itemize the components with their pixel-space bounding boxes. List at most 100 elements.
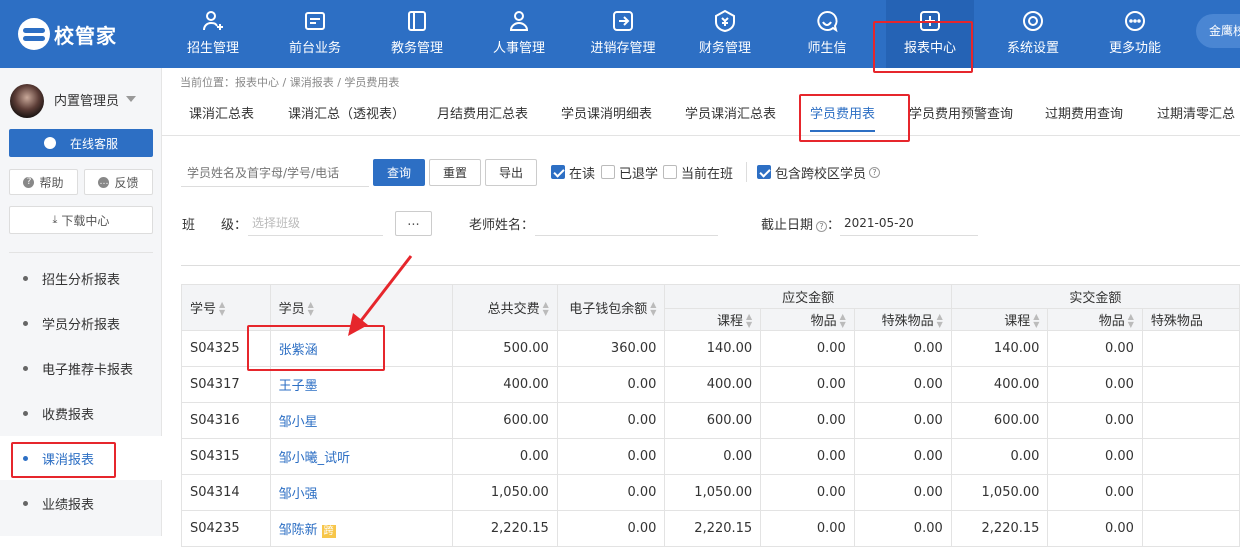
class-picker-button[interactable]: ...: [395, 211, 432, 236]
student-link[interactable]: 邹小曦_试听: [269, 438, 453, 475]
chevron-down-icon[interactable]: [126, 96, 136, 102]
nav-finance[interactable]: 财务管理: [682, 0, 768, 68]
chat-icon: [43, 137, 56, 149]
nav-front-desk[interactable]: 前台业务: [272, 0, 358, 68]
feedback-button[interactable]: … 反馈: [84, 169, 153, 195]
admin-name[interactable]: 内置管理员: [54, 90, 119, 109]
sidebar-item-referral-report[interactable]: 电子推荐卡报表: [0, 346, 162, 390]
cell-paid-goods: 0.00: [1047, 510, 1143, 547]
export-button[interactable]: 导出: [485, 159, 537, 186]
cell-due-goods: 0.00: [760, 510, 855, 547]
nav-academic[interactable]: 教务管理: [374, 0, 460, 68]
col-header-paid-special[interactable]: 特殊物品: [1141, 308, 1240, 331]
checkbox-active[interactable]: 在读: [551, 163, 595, 182]
nav-recruitment[interactable]: 招生管理: [170, 0, 256, 68]
tab-student-consumption-detail[interactable]: 学员课消明细表: [561, 94, 652, 136]
tab-monthly-fee-summary[interactable]: 月结费用汇总表: [437, 94, 528, 136]
cell-paid-goods: 0.00: [1047, 402, 1143, 439]
cell-id: S04314: [181, 474, 271, 511]
cell-paid-special: [1141, 366, 1240, 403]
col-header-due-course[interactable]: 课程 ▲ ▼: [664, 308, 762, 331]
student-link[interactable]: 邹小强: [269, 474, 453, 511]
nav-inventory[interactable]: 进销存管理: [578, 0, 668, 68]
class-select[interactable]: 选择班级: [248, 210, 383, 236]
col-header-due-goods[interactable]: 物品 ▲ ▼: [760, 308, 855, 331]
cell-due-goods: 0.00: [760, 330, 855, 367]
search-input[interactable]: [181, 159, 369, 187]
logo-mark-icon: [18, 18, 50, 50]
cell-due-course: 140.00: [664, 330, 762, 367]
tab-consumption-pivot[interactable]: 课消汇总（透视表）: [288, 94, 405, 136]
sort-icon[interactable]: ▲ ▼: [1033, 313, 1039, 329]
checkbox-checked-icon: [757, 165, 771, 179]
col-header-paid-goods[interactable]: 物品 ▲ ▼: [1047, 308, 1143, 331]
avatar[interactable]: [10, 84, 44, 118]
nav-hr[interactable]: 人事管理: [476, 0, 562, 68]
tab-student-fee[interactable]: 学员费用表: [810, 94, 876, 136]
tab-student-consumption-summary[interactable]: 学员课消汇总表: [685, 94, 776, 136]
student-link[interactable]: 张紫涵: [269, 330, 453, 367]
student-link[interactable]: 邹陈新跨: [269, 510, 453, 547]
cell-total: 1,050.00: [451, 474, 558, 511]
more-icon: [1123, 9, 1147, 33]
sidebar-item-fee-report[interactable]: 收费报表: [0, 391, 162, 435]
app-logo[interactable]: 校管家: [18, 14, 117, 54]
col-header-paid-course[interactable]: 课程 ▲ ▼: [950, 308, 1049, 331]
header-label: 学号: [190, 301, 217, 317]
nav-label: 人事管理: [492, 41, 545, 56]
nav-label: 报表中心: [903, 41, 956, 56]
tab-consumption-summary[interactable]: 课消汇总表: [189, 94, 254, 136]
help-icon[interactable]: ?: [869, 166, 881, 178]
col-header-wallet[interactable]: 电子钱包余额 ▲ ▼: [556, 284, 666, 331]
date-input[interactable]: 2021-05-20: [840, 210, 978, 236]
table-row: S04235 邹陈新跨 2,220.15 0.00 2,220.15 0.00 …: [181, 510, 1240, 547]
sidebar-item-recruit-report[interactable]: 招生分析报表: [0, 256, 162, 300]
nav-messages[interactable]: 师生信: [784, 0, 870, 68]
sort-icon[interactable]: ▲ ▼: [308, 301, 314, 317]
nav-settings[interactable]: 系统设置: [990, 0, 1076, 68]
sidebar-item-label: 电子推荐卡报表: [42, 362, 134, 378]
sort-icon[interactable]: ▲ ▼: [937, 313, 943, 329]
student-link[interactable]: 邹小星: [269, 402, 453, 439]
query-button[interactable]: 查询: [373, 159, 425, 186]
reset-button[interactable]: 重置: [429, 159, 481, 186]
tab-expired-clear[interactable]: 过期清零汇总: [1157, 94, 1235, 136]
sidebar-item-consumption-report[interactable]: 课消报表: [0, 436, 162, 480]
header-label: 课程: [1004, 313, 1031, 329]
online-service-button[interactable]: 在线客服: [9, 129, 153, 157]
teacher-input[interactable]: [535, 210, 718, 236]
tab-fee-warning[interactable]: 学员费用预警查询: [909, 94, 1013, 136]
cell-wallet: 360.00: [556, 330, 666, 367]
sort-icon[interactable]: ▲ ▼: [746, 313, 752, 329]
sort-icon[interactable]: ▲ ▼: [219, 301, 225, 317]
bullet-icon: [23, 275, 28, 281]
sort-icon[interactable]: ▲ ▼: [650, 301, 656, 317]
tab-expired-fee[interactable]: 过期费用查询: [1045, 94, 1123, 136]
col-header-total-paid[interactable]: 总共交费 ▲ ▼: [451, 284, 558, 331]
sidebar: 内置管理员 在线客服 ? 帮助 … 反馈 ⤓ 下载中心 招生分析报表 学员分析报…: [0, 68, 162, 536]
checkbox-withdrawn[interactable]: 已退学: [601, 163, 658, 182]
sidebar-item-student-report[interactable]: 学员分析报表: [0, 301, 162, 345]
student-link[interactable]: 王子墨: [269, 366, 453, 403]
cell-paid-course: 1,050.00: [950, 474, 1049, 511]
report-icon: [918, 9, 942, 33]
help-icon[interactable]: ?: [816, 221, 828, 232]
col-header-id[interactable]: 学号 ▲ ▼: [181, 284, 271, 331]
sidebar-item-performance-report[interactable]: 业绩报表: [0, 481, 162, 525]
checkbox-checked-icon: [551, 165, 565, 179]
nav-more[interactable]: 更多功能: [1092, 0, 1178, 68]
sort-icon[interactable]: ▲ ▼: [1128, 313, 1134, 329]
feedback-icon: …: [98, 176, 110, 188]
help-button[interactable]: ? 帮助: [9, 169, 78, 195]
table-row: S04314 邹小强 1,050.00 0.00 1,050.00 0.00 0…: [181, 474, 1240, 511]
checkbox-cross-campus[interactable]: 包含跨校区学员?: [757, 163, 881, 182]
nav-report-center[interactable]: 报表中心: [886, 0, 974, 68]
checkbox-in-class[interactable]: 当前在班: [663, 163, 733, 182]
sort-icon[interactable]: ▲ ▼: [543, 301, 549, 317]
sort-icon[interactable]: ▲ ▼: [840, 313, 846, 329]
campus-switcher[interactable]: 金鹰校: [1196, 14, 1240, 48]
col-header-student[interactable]: 学员 ▲ ▼: [269, 284, 453, 331]
col-header-due-special[interactable]: 特殊物品 ▲ ▼: [853, 308, 952, 331]
download-center-button[interactable]: ⤓ 下载中心: [9, 206, 153, 234]
table-row: S04315 邹小曦_试听 0.00 0.00 0.00 0.00 0.00 0…: [181, 438, 1240, 475]
